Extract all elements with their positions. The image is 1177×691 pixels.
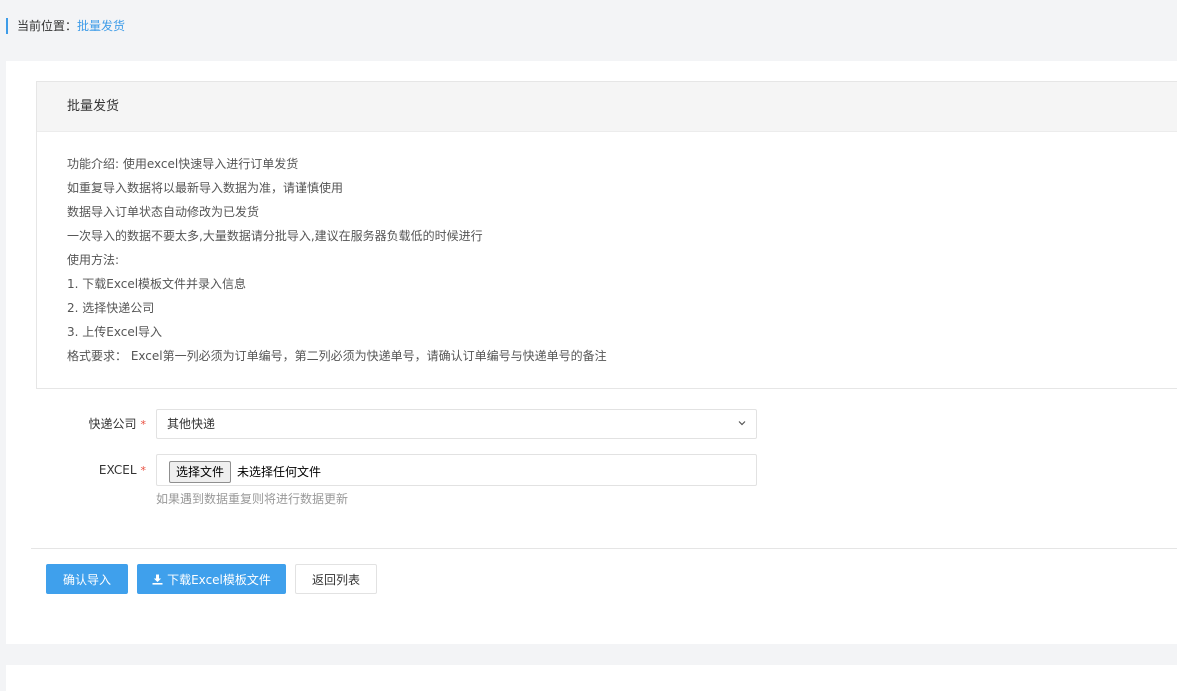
choose-file-button[interactable]: 选择文件 (169, 461, 232, 483)
excel-file-input[interactable]: 选择文件 未选择任何文件 (156, 454, 757, 486)
express-row: 快递公司 * 其他快递 (6, 409, 766, 439)
bottom-card (6, 665, 1177, 691)
panel-title: 批量发货 (37, 82, 1177, 132)
excel-label-text: EXCEL (98, 463, 137, 477)
breadcrumb-current[interactable]: 批量发货 (77, 19, 125, 33)
breadcrumb-prefix: 当前位置： (17, 19, 78, 33)
excel-row: EXCEL * 选择文件 未选择任何文件 如果遇到数据重复则将进行数据更新 (6, 454, 766, 514)
download-template-label: 下载Excel模板文件 (167, 573, 271, 587)
info-line-intro: 功能介绍: 使用excel快速导入进行订单发货 (67, 157, 299, 171)
back-to-list-button[interactable]: 返回列表 (295, 564, 377, 594)
info-line-format: 格式要求： Excel第一列必须为订单编号，第二列必须为快递单号，请确认订单编号… (67, 349, 607, 363)
info-list: 功能介绍: 使用excel快速导入进行订单发货 如重复导入数据将以最新导入数据为… (37, 132, 1177, 368)
main-card: 批量发货 功能介绍: 使用excel快速导入进行订单发货 如重复导入数据将以最新… (6, 61, 1177, 644)
info-line-status: 数据导入订单状态自动修改为已发货 (67, 205, 260, 219)
info-line-step3: 3. 上传Excel导入 (67, 325, 163, 339)
confirm-import-button[interactable]: 确认导入 (46, 564, 128, 594)
info-line-step1: 1. 下载Excel模板文件并录入信息 (67, 277, 247, 291)
chevron-down-icon (738, 421, 746, 426)
express-selected-value: 其他快递 (167, 417, 216, 431)
info-line-duplicate: 如重复导入数据将以最新导入数据为准，请谨慎使用 (67, 181, 344, 195)
express-label-text: 快递公司 (88, 417, 137, 431)
download-template-button[interactable]: 下载Excel模板文件 (137, 564, 286, 594)
info-line-batch: 一次导入的数据不要太多,大量数据请分批导入,建议在服务器负载低的时候进行 (67, 229, 483, 243)
info-panel: 批量发货 功能介绍: 使用excel快速导入进行订单发货 如重复导入数据将以最新… (36, 81, 1177, 389)
divider (31, 548, 1177, 549)
express-required-mark: * (140, 418, 147, 431)
express-select[interactable]: 其他快递 (156, 409, 757, 439)
back-to-list-label: 返回列表 (311, 573, 360, 587)
breadcrumb: 当前位置：批量发货 (6, 18, 125, 34)
excel-required-mark: * (140, 464, 147, 477)
download-icon (152, 574, 163, 585)
confirm-import-label: 确认导入 (62, 573, 111, 587)
info-line-step2: 2. 选择快递公司 (67, 301, 155, 315)
file-status-text: 未选择任何文件 (237, 465, 322, 479)
excel-label: EXCEL * (6, 454, 146, 487)
express-label: 快递公司 * (6, 409, 146, 440)
info-line-usage: 使用方法: (67, 253, 120, 267)
excel-help-text: 如果遇到数据重复则将进行数据更新 (156, 492, 349, 506)
